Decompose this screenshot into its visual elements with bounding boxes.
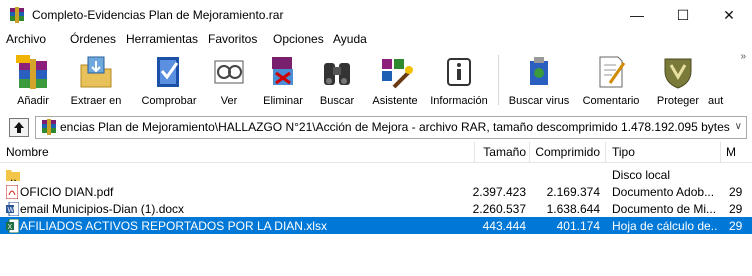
info-button[interactable]: Información (426, 49, 492, 113)
file-list[interactable]: Nombre Tamaño Comprimido Tipo M .. Disco… (0, 142, 752, 276)
extract-icon (80, 56, 112, 88)
info-icon (447, 58, 471, 86)
column-divider[interactable] (720, 142, 721, 162)
column-divider[interactable] (605, 142, 606, 162)
winrar-app-icon (9, 7, 25, 23)
find-button[interactable]: Buscar (312, 49, 362, 113)
file-size: 2.397.423 (472, 185, 526, 199)
column-modified[interactable]: M (726, 145, 736, 159)
file-type: Disco local (612, 168, 671, 182)
close-button[interactable]: ✕ (706, 0, 752, 30)
delete-button[interactable]: Eliminar (256, 49, 310, 113)
title-bar: Completo-Evidencias Plan de Mejoramiento… (0, 0, 752, 30)
column-divider[interactable] (474, 142, 475, 162)
virus-scan-label: Buscar virus (508, 95, 570, 107)
list-item-selected[interactable]: X AFILIADOS ACTIVOS REPORTADOS POR LA DI… (0, 217, 752, 234)
list-item[interactable]: OFICIO DIAN.pdf 2.397.423 2.169.374 Docu… (0, 183, 752, 200)
file-modified: 29 (729, 202, 743, 216)
test-label: Comprobar (141, 95, 197, 107)
up-arrow-icon (14, 122, 24, 133)
virus-scan-button[interactable]: Buscar virus (504, 49, 574, 113)
menu-archivo[interactable]: Archivo (6, 32, 46, 46)
virus-scan-icon (530, 57, 548, 85)
toolbar-separator (498, 55, 499, 105)
comment-button[interactable]: Comentario (574, 49, 648, 113)
find-label: Buscar (319, 95, 355, 107)
column-size[interactable]: Tamaño (476, 145, 526, 159)
auto-label: aut (708, 95, 724, 107)
address-dropdown-icon[interactable]: ∨ (735, 121, 742, 132)
file-type: Hoja de cálculo de... (612, 219, 718, 233)
window-title: Completo-Evidencias Plan de Mejoramiento… (32, 8, 284, 22)
extract-button[interactable]: Extraer en (60, 49, 132, 113)
protect-shield-icon (664, 58, 692, 89)
test-icon (157, 57, 179, 87)
file-packed: 2.169.374 (546, 185, 600, 199)
comment-icon (599, 56, 626, 88)
address-bar: encias Plan de Mejoramiento\HALLAZGO N°2… (0, 114, 752, 140)
add-button[interactable]: Añadir (10, 49, 56, 113)
delete-icon (272, 57, 293, 85)
wizard-icon (382, 59, 413, 89)
info-label: Información (430, 95, 488, 107)
rar-archive-icon (41, 119, 57, 138)
up-folder-button[interactable] (9, 118, 29, 137)
column-packed[interactable]: Comprimido (530, 145, 600, 159)
svg-text:W: W (8, 207, 15, 214)
address-path: encias Plan de Mejoramiento\HALLAZGO N°2… (60, 120, 730, 134)
file-size: 2.260.537 (472, 202, 526, 216)
list-item[interactable]: W email Municipios-Dian (1).docx 2.260.5… (0, 200, 752, 217)
file-name: OFICIO DIAN.pdf (20, 185, 114, 199)
menu-herramientas[interactable]: Herramientas (126, 32, 198, 46)
menu-ordenes[interactable]: Órdenes (70, 32, 116, 46)
delete-label: Eliminar (263, 95, 303, 107)
file-name: .. (10, 170, 17, 184)
extract-label: Extraer en (70, 95, 122, 107)
menu-favoritos[interactable]: Favoritos (208, 32, 257, 46)
add-archive-icon (16, 55, 47, 89)
file-name: email Municipios-Dian (1).docx (20, 202, 185, 216)
file-packed: 401.174 (556, 219, 600, 233)
toolbar: Añadir Extraer en Comprobar Ver Eliminar… (0, 49, 752, 114)
file-modified: 29 (729, 219, 743, 233)
excel-icon: X (6, 219, 19, 236)
file-packed: 1.638.644 (546, 202, 600, 216)
column-type[interactable]: Tipo (612, 145, 635, 159)
maximize-button[interactable]: ☐ (660, 0, 706, 30)
wizard-button[interactable]: Asistente (366, 49, 424, 113)
file-type: Documento de Mi... (612, 202, 717, 216)
comment-label: Comentario (582, 95, 640, 107)
protect-button[interactable]: Proteger (648, 49, 708, 113)
test-button[interactable]: Comprobar (136, 49, 202, 113)
svg-text:X: X (8, 224, 13, 231)
protect-label: Proteger (656, 95, 700, 107)
add-label: Añadir (17, 95, 49, 107)
file-type: Documento Adob... (612, 185, 715, 199)
file-modified: 29 (729, 185, 743, 199)
find-binoculars-icon (324, 63, 350, 85)
menu-ayuda[interactable]: Ayuda (333, 32, 367, 46)
minimize-button[interactable]: — (614, 0, 660, 30)
address-field[interactable]: encias Plan de Mejoramiento\HALLAZGO N°2… (35, 116, 747, 139)
view-button[interactable]: Ver (206, 49, 252, 113)
view-label: Ver (220, 95, 238, 107)
view-icon (214, 60, 244, 84)
toolbar-more-chevron[interactable]: » (740, 51, 746, 62)
list-item[interactable]: .. Disco local (0, 166, 752, 184)
list-header: Nombre Tamaño Comprimido Tipo M (0, 142, 752, 163)
file-name: AFILIADOS ACTIVOS REPORTADOS POR LA DIAN… (20, 219, 327, 233)
wizard-label: Asistente (372, 95, 418, 107)
column-name[interactable]: Nombre (6, 145, 49, 159)
menu-opciones[interactable]: Opciones (273, 32, 324, 46)
file-size: 443.444 (482, 219, 526, 233)
menu-bar: Archivo Órdenes Herramientas Favoritos O… (0, 30, 752, 49)
auto-button[interactable]: aut (708, 49, 736, 113)
